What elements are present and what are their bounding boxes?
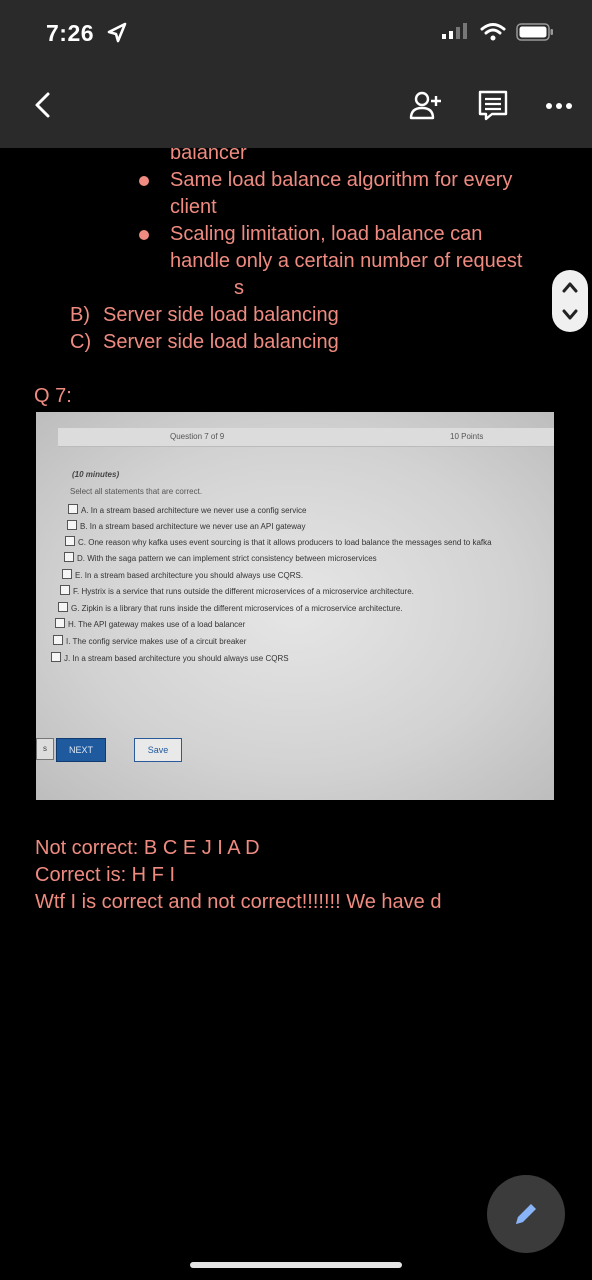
chevron-down-icon[interactable] [561, 308, 579, 322]
option-c-letter: C) [70, 331, 92, 353]
battery-icon [516, 23, 553, 41]
quiz-option-text: H. The API gateway makes use of a load b… [68, 620, 246, 629]
quiz-option: B. In a stream based architecture we nev… [67, 520, 305, 531]
quiz-time-note: (10 minutes) [72, 470, 120, 479]
back-chevron-icon[interactable] [28, 88, 60, 122]
bullet-2-line-3: s [234, 277, 244, 299]
wifi-icon [480, 23, 506, 41]
checkbox [53, 635, 63, 645]
checkbox [58, 602, 68, 612]
question-label: Q 7: [34, 385, 72, 407]
notes-line-2: Correct is: H F I [35, 864, 176, 886]
person-add-icon[interactable] [408, 88, 444, 122]
quiz-photo: Question 7 of 9 10 Points (10 minutes) S… [36, 412, 554, 800]
location-arrow-icon [107, 22, 127, 43]
quiz-option-text: A. In a stream based architecture we nev… [81, 506, 307, 515]
quiz-save-button: Save [134, 738, 182, 762]
notes-line-3: Wtf I is correct and not correct!!!!!!! … [35, 891, 442, 913]
bullet-1-line-2: client [170, 196, 217, 218]
quiz-option: G. Zipkin is a library that runs inside … [58, 602, 403, 613]
cellular-signal-icon [442, 23, 467, 39]
quiz-previous-button: s [36, 738, 54, 760]
status-time: 7:26 [46, 20, 95, 46]
quiz-option-text: D. With the saga pattern we can implemen… [77, 554, 377, 563]
quiz-option: E. In a stream based architecture you sh… [62, 569, 303, 580]
quiz-option: J. In a stream based architecture you sh… [51, 652, 289, 663]
checkbox [60, 585, 70, 595]
quiz-instruction: Select all statements that are correct. [70, 487, 203, 496]
notes-line-1: Not correct: B C E J I A D [35, 837, 260, 859]
quiz-option-text: I. The config service makes use of a cir… [66, 637, 247, 646]
more-horizontal-icon[interactable] [544, 88, 574, 122]
option-c-text: Server side load balancing [103, 331, 339, 353]
quiz-option: F. Hystrix is a service that runs outsid… [60, 585, 414, 596]
quiz-option-text: F. Hystrix is a service that runs outsid… [73, 587, 414, 596]
quiz-option: D. With the saga pattern we can implemen… [64, 552, 377, 563]
checkbox [65, 536, 75, 546]
quiz-next-button: NEXT [56, 738, 106, 762]
bullet-2-line-1: Scaling limitation, load balance can [170, 223, 483, 245]
cut-line-text: balancer [170, 148, 247, 164]
chevron-up-icon[interactable] [561, 280, 579, 294]
quiz-option-text: E. In a stream based architecture you sh… [75, 571, 304, 580]
option-b-letter: B) [70, 304, 90, 326]
option-b-text: Server side load balancing [103, 304, 339, 326]
quiz-option-text: J. In a stream based architecture you sh… [64, 654, 289, 663]
checkbox [51, 652, 61, 662]
checkbox [64, 552, 74, 562]
quiz-option: A. In a stream based architecture we nev… [68, 504, 306, 515]
quiz-option-text: G. Zipkin is a library that runs inside … [71, 604, 403, 613]
bullet-1-line-1: Same load balance algorithm for every [170, 169, 513, 191]
bullet-2-line-2: handle only a certain number of request [170, 250, 523, 272]
comment-icon[interactable] [476, 88, 510, 122]
quiz-question-counter: Question 7 of 9 [170, 432, 225, 441]
edit-fab-button[interactable] [487, 1175, 565, 1253]
checkbox [68, 504, 78, 514]
checkbox [62, 569, 72, 579]
bullet-dot [139, 230, 149, 240]
quiz-option-text: B. In a stream based architecture we nev… [80, 522, 306, 531]
checkbox [67, 520, 77, 530]
top-app-bar: 7:26 [0, 0, 592, 148]
quiz-option: C. One reason why kafka uses event sourc… [65, 536, 492, 547]
bullet-dot [139, 176, 149, 186]
page-nav-pill[interactable] [552, 270, 588, 332]
home-indicator[interactable] [190, 1262, 402, 1268]
quiz-option: I. The config service makes use of a cir… [53, 635, 246, 646]
quiz-option: H. The API gateway makes use of a load b… [55, 618, 245, 629]
checkbox [55, 618, 65, 628]
quiz-points: 10 Points [450, 432, 484, 441]
quiz-option-text: C. One reason why kafka uses event sourc… [78, 538, 492, 547]
status-icons [440, 22, 554, 42]
content-area: balancer Same load balance algorithm for… [0, 148, 592, 1280]
pencil-icon [516, 1204, 536, 1224]
